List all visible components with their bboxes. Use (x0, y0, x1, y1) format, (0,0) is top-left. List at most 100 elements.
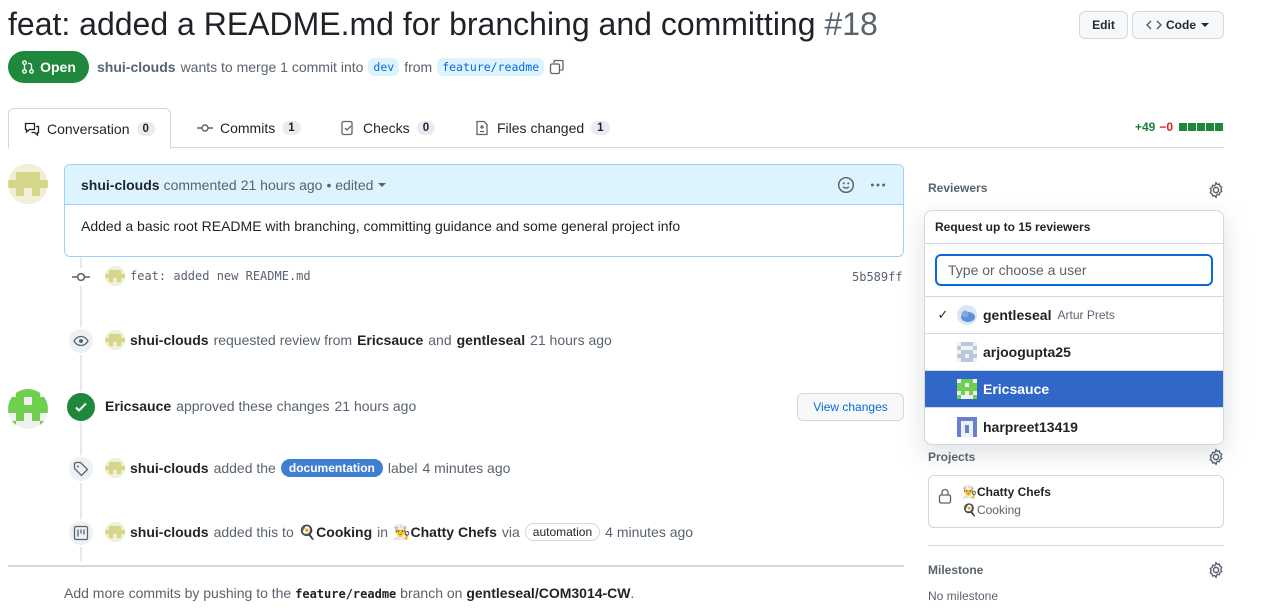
chevron-down-icon (1201, 23, 1209, 27)
check-icon (75, 402, 87, 412)
state-badge: Open (8, 51, 89, 83)
event-actor[interactable]: shui-clouds (130, 524, 209, 540)
comment-verb: commented (163, 176, 237, 193)
commit-row: feat: added new README.md (105, 266, 311, 286)
base-branch[interactable]: dev (368, 58, 400, 76)
tab-label: Files changed (497, 120, 585, 136)
reviewer-option-harpreet13419[interactable]: harpreet13419 (925, 408, 1223, 444)
smiley-icon[interactable] (837, 176, 855, 194)
tab-counter: 0 (136, 121, 155, 136)
event-time[interactable]: 21 hours ago (335, 398, 417, 414)
avatar[interactable] (105, 458, 125, 478)
code-icon (1146, 20, 1162, 30)
event-text: approved these changes (176, 398, 330, 414)
comment-time[interactable]: 21 hours ago (241, 177, 323, 193)
reviewer-option-arjoogupta25[interactable]: arjoogupta25 (925, 334, 1223, 371)
view-changes-button[interactable]: View changes (797, 393, 904, 421)
tab-counter: 1 (591, 121, 610, 135)
code-button-label: Code (1166, 18, 1196, 32)
event-text: requested review from (213, 332, 353, 348)
event-text: added the (213, 460, 276, 476)
pr-title: feat: added a README.md for branching an… (8, 3, 878, 45)
event-actor[interactable]: shui-clouds (130, 332, 209, 348)
approval-event: Ericsauce approved these changes 21 hour… (105, 398, 416, 414)
tag-icon (73, 461, 89, 477)
event-actor[interactable]: Ericsauce (105, 398, 171, 414)
request-reviewers-popup: Request up to 15 reviewers ✓ gentleseal … (924, 210, 1224, 445)
project-link[interactable]: 👨‍🍳Chatty Chefs (393, 524, 497, 541)
head-branch[interactable]: feature/readme (437, 58, 545, 76)
event-time[interactable]: 4 minutes ago (422, 460, 510, 476)
edit-button[interactable]: Edit (1079, 11, 1128, 39)
pr-number: #18 (824, 6, 878, 42)
push-hint-branch: feature/readme (295, 587, 397, 601)
event-text: in (377, 524, 389, 540)
reviewer-search-input[interactable] (935, 254, 1213, 286)
tab-bar: Conversation 0 Commits 1 Checks 0 Files … (8, 108, 1224, 149)
event-text: and (428, 332, 452, 348)
reviewer-option-gentleseal[interactable]: ✓ gentleseal Artur Prets (925, 297, 1223, 334)
push-hint: Add more commits by pushing to the featu… (64, 585, 634, 601)
documentation-label[interactable]: documentation (280, 459, 383, 477)
avatar (957, 305, 977, 325)
edited-dropdown[interactable]: • edited (326, 177, 373, 193)
push-hint-text: Add more commits by pushing to the (64, 585, 292, 601)
comment-body: Added a basic root README with branching… (81, 218, 681, 234)
reviewers-gear-icon[interactable] (1207, 181, 1225, 199)
reviewer-link[interactable]: gentleseal (457, 332, 525, 348)
kebab-horizontal-icon[interactable] (869, 176, 887, 194)
label-event-badge (67, 455, 95, 483)
push-hint-period: . (630, 585, 635, 601)
reviewer-login: arjoogupta25 (983, 344, 1071, 360)
tab-label: Commits (220, 120, 276, 136)
project-icon (73, 525, 89, 541)
projects-gear-icon[interactable] (1207, 448, 1225, 466)
project-name[interactable]: 👨‍🍳Chatty Chefs (962, 485, 1051, 499)
milestone-heading: Milestone (928, 563, 984, 577)
commit-message[interactable]: feat: added new README.md (130, 269, 311, 283)
tab-files-changed[interactable]: Files changed 1 (474, 108, 610, 148)
edit-button-label: Edit (1092, 18, 1115, 32)
event-actor[interactable]: shui-clouds (130, 460, 209, 476)
avatar[interactable] (8, 389, 48, 429)
repo-link[interactable]: gentleseal/COM3014-CW (466, 585, 630, 601)
project-event: shui-clouds added this to 🍳Cooking in 👨‍… (105, 522, 693, 542)
pr-author-link[interactable]: shui-clouds (97, 59, 176, 75)
avatar[interactable] (105, 330, 125, 350)
milestone-gear-icon[interactable] (1207, 561, 1225, 579)
reviewer-option-ericsauce[interactable]: Ericsauce (925, 371, 1223, 408)
avatar[interactable] (105, 522, 125, 542)
merge-text: wants to merge 1 commit into (180, 59, 364, 75)
project-card[interactable]: 👨‍🍳Chatty Chefs 🍳Cooking (928, 475, 1224, 528)
reviewer-login: gentleseal (983, 307, 1052, 323)
lock-icon (938, 488, 952, 504)
comment-discussion-icon (24, 122, 40, 136)
copy-icon[interactable] (549, 59, 565, 75)
diffstat-bars (1179, 123, 1224, 131)
comment-author[interactable]: shui-clouds (81, 177, 160, 193)
avatar[interactable] (105, 266, 125, 286)
label-event: shui-clouds added the documentation labe… (105, 458, 510, 478)
tab-conversation[interactable]: Conversation 0 (8, 108, 171, 149)
project-column-link[interactable]: 🍳Cooking (299, 524, 372, 541)
checklist-icon (341, 120, 353, 136)
avatar (957, 342, 977, 362)
chevron-down-icon[interactable] (377, 180, 387, 190)
tab-commits[interactable]: Commits 1 (197, 108, 301, 148)
event-time[interactable]: 21 hours ago (530, 332, 612, 348)
event-text: added this to (213, 524, 294, 540)
reviewer-login: harpreet13419 (983, 418, 1078, 435)
automation-badge: automation (524, 523, 601, 541)
event-time[interactable]: 4 minutes ago (605, 524, 693, 540)
check-icon: ✓ (937, 307, 949, 322)
avatar[interactable] (8, 164, 48, 204)
code-button[interactable]: Code (1132, 11, 1224, 39)
reviewer-login: Ericsauce (983, 381, 1050, 397)
diffstat: +49 −0 (1135, 120, 1224, 134)
commit-sha[interactable]: 5b589ff (852, 270, 903, 284)
tab-checks[interactable]: Checks 0 (340, 108, 436, 148)
milestone-value: No milestone (928, 589, 999, 603)
project-column: 🍳Cooking (962, 503, 1021, 517)
avatar (957, 416, 977, 437)
reviewer-link[interactable]: Ericsauce (357, 332, 423, 348)
